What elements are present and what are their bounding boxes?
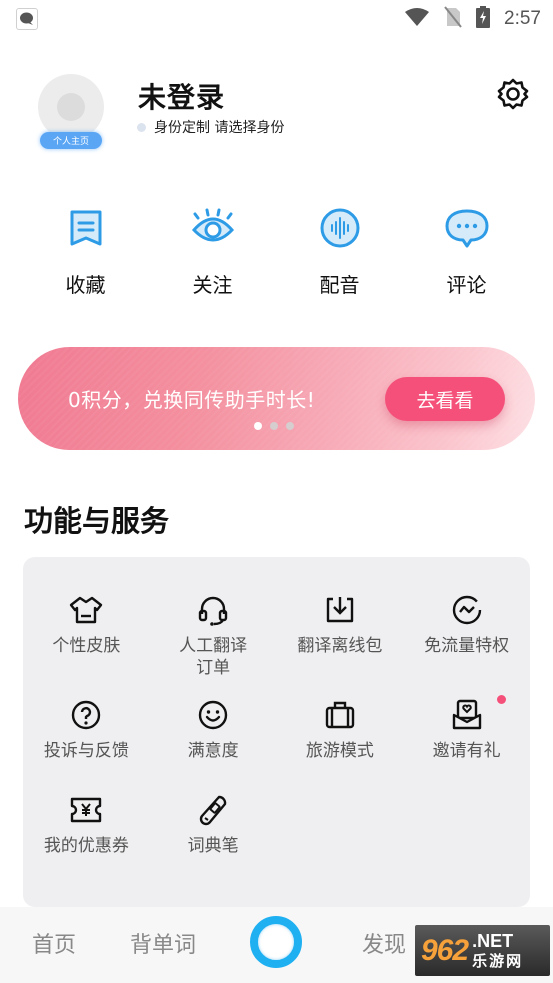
service-label: 词典笔 — [187, 836, 239, 856]
service-label: 投诉与反馈 — [43, 741, 129, 761]
download-tray-icon — [323, 593, 357, 627]
user-name[interactable]: 未登录 — [138, 76, 225, 116]
identity-label: 身份定制 请选择身份 — [154, 120, 285, 136]
identity-selector[interactable]: 身份定制 请选择身份 — [137, 117, 284, 137]
bookmark-icon — [63, 205, 109, 251]
service-skin[interactable]: 个性皮肤 — [23, 593, 150, 698]
personal-homepage-button[interactable]: 个人主页 — [40, 132, 102, 149]
services-panel: 个性皮肤 人工翻译 订单 翻译离线包 免流量特权 投诉与反馈 满意度 旅游模式 … — [23, 557, 530, 907]
comment-bubble-icon — [444, 205, 490, 251]
promo-banner[interactable]: 0积分，兑换同传助手时长! 去看看 — [18, 347, 535, 450]
watermark-number: 962 — [421, 933, 469, 967]
no-sim-icon — [444, 6, 462, 32]
go-see-button[interactable]: 去看看 — [385, 377, 505, 421]
service-human-translation[interactable]: 人工翻译 订单 — [150, 593, 277, 698]
quick-action-favorites[interactable]: 收藏 — [22, 205, 149, 298]
suitcase-icon — [323, 698, 357, 732]
quick-action-dubbing[interactable]: 配音 — [276, 205, 403, 298]
quick-action-label: 关注 — [192, 273, 233, 297]
service-invite[interactable]: 邀请有礼 — [403, 695, 530, 803]
quick-actions: 收藏 关注 配音 评论 — [22, 205, 530, 298]
quick-action-label: 收藏 — [65, 273, 106, 297]
service-label: 人工翻译 订单 — [179, 636, 248, 678]
invite-envelope-icon — [450, 698, 484, 732]
service-feedback[interactable]: 投诉与反馈 — [23, 698, 150, 803]
quick-action-label: 配音 — [319, 273, 360, 297]
notification-message-icon — [16, 8, 38, 30]
service-travel-mode[interactable]: 旅游模式 — [277, 698, 404, 803]
service-free-traffic[interactable]: 免流量特权 — [403, 593, 530, 698]
headset-icon — [196, 593, 230, 627]
service-offline-pack[interactable]: 翻译离线包 — [277, 593, 404, 698]
avatar-placeholder-icon — [57, 93, 85, 121]
settings-button[interactable] — [495, 76, 531, 112]
nav-tab-vocabulary[interactable]: 背单词 — [130, 927, 196, 959]
eye-icon — [190, 205, 236, 251]
tshirt-icon — [69, 593, 103, 627]
banner-text: 0积分，兑换同传助手时长! — [68, 388, 316, 412]
banner-dot-active[interactable] — [254, 422, 262, 430]
service-coupons[interactable]: 我的优惠券 — [23, 793, 150, 908]
nav-tab-home[interactable]: 首页 — [32, 927, 76, 959]
quick-action-comments[interactable]: 评论 — [403, 205, 530, 298]
profile-header: 个人主页 未登录 身份定制 请选择身份 — [0, 72, 553, 162]
wifi-icon — [404, 7, 430, 31]
service-label: 满意度 — [187, 741, 239, 761]
notification-badge-dot — [497, 695, 506, 704]
dictionary-pen-icon — [196, 793, 230, 827]
watermark-domain: .NET — [472, 930, 514, 951]
service-satisfaction[interactable]: 满意度 — [150, 698, 277, 803]
status-time: 2:57 — [504, 8, 541, 29]
coupon-yen-icon — [69, 793, 103, 827]
watermark-name: 乐游网 — [472, 951, 524, 970]
quick-action-following[interactable]: 关注 — [149, 205, 276, 298]
watermark-logo: 962 .NET 乐游网 — [415, 925, 550, 976]
smiley-icon — [196, 698, 230, 732]
battery-charging-icon — [476, 6, 491, 32]
banner-pagination — [254, 422, 294, 430]
avatar[interactable] — [38, 74, 104, 140]
service-label: 免流量特权 — [424, 636, 510, 656]
nav-tab-discover[interactable]: 发现 — [362, 927, 406, 959]
service-label: 个性皮肤 — [52, 636, 121, 656]
voice-ring-icon[interactable] — [250, 916, 302, 968]
quick-action-label: 评论 — [446, 273, 487, 297]
gear-icon — [497, 78, 529, 110]
status-bar: 2:57 — [0, 0, 553, 38]
service-dictionary-pen[interactable]: 词典笔 — [150, 793, 277, 908]
banner-dot[interactable] — [270, 422, 278, 430]
service-label: 翻译离线包 — [297, 636, 383, 656]
section-title: 功能与服务 — [24, 504, 170, 538]
banner-dot[interactable] — [286, 422, 294, 430]
voice-wave-icon — [317, 205, 363, 251]
identity-dot-icon — [137, 122, 146, 132]
question-circle-icon — [69, 698, 103, 732]
service-label: 旅游模式 — [305, 741, 374, 761]
service-label: 我的优惠券 — [43, 836, 129, 856]
traffic-wave-icon — [450, 593, 484, 627]
service-label: 邀请有礼 — [432, 741, 501, 761]
